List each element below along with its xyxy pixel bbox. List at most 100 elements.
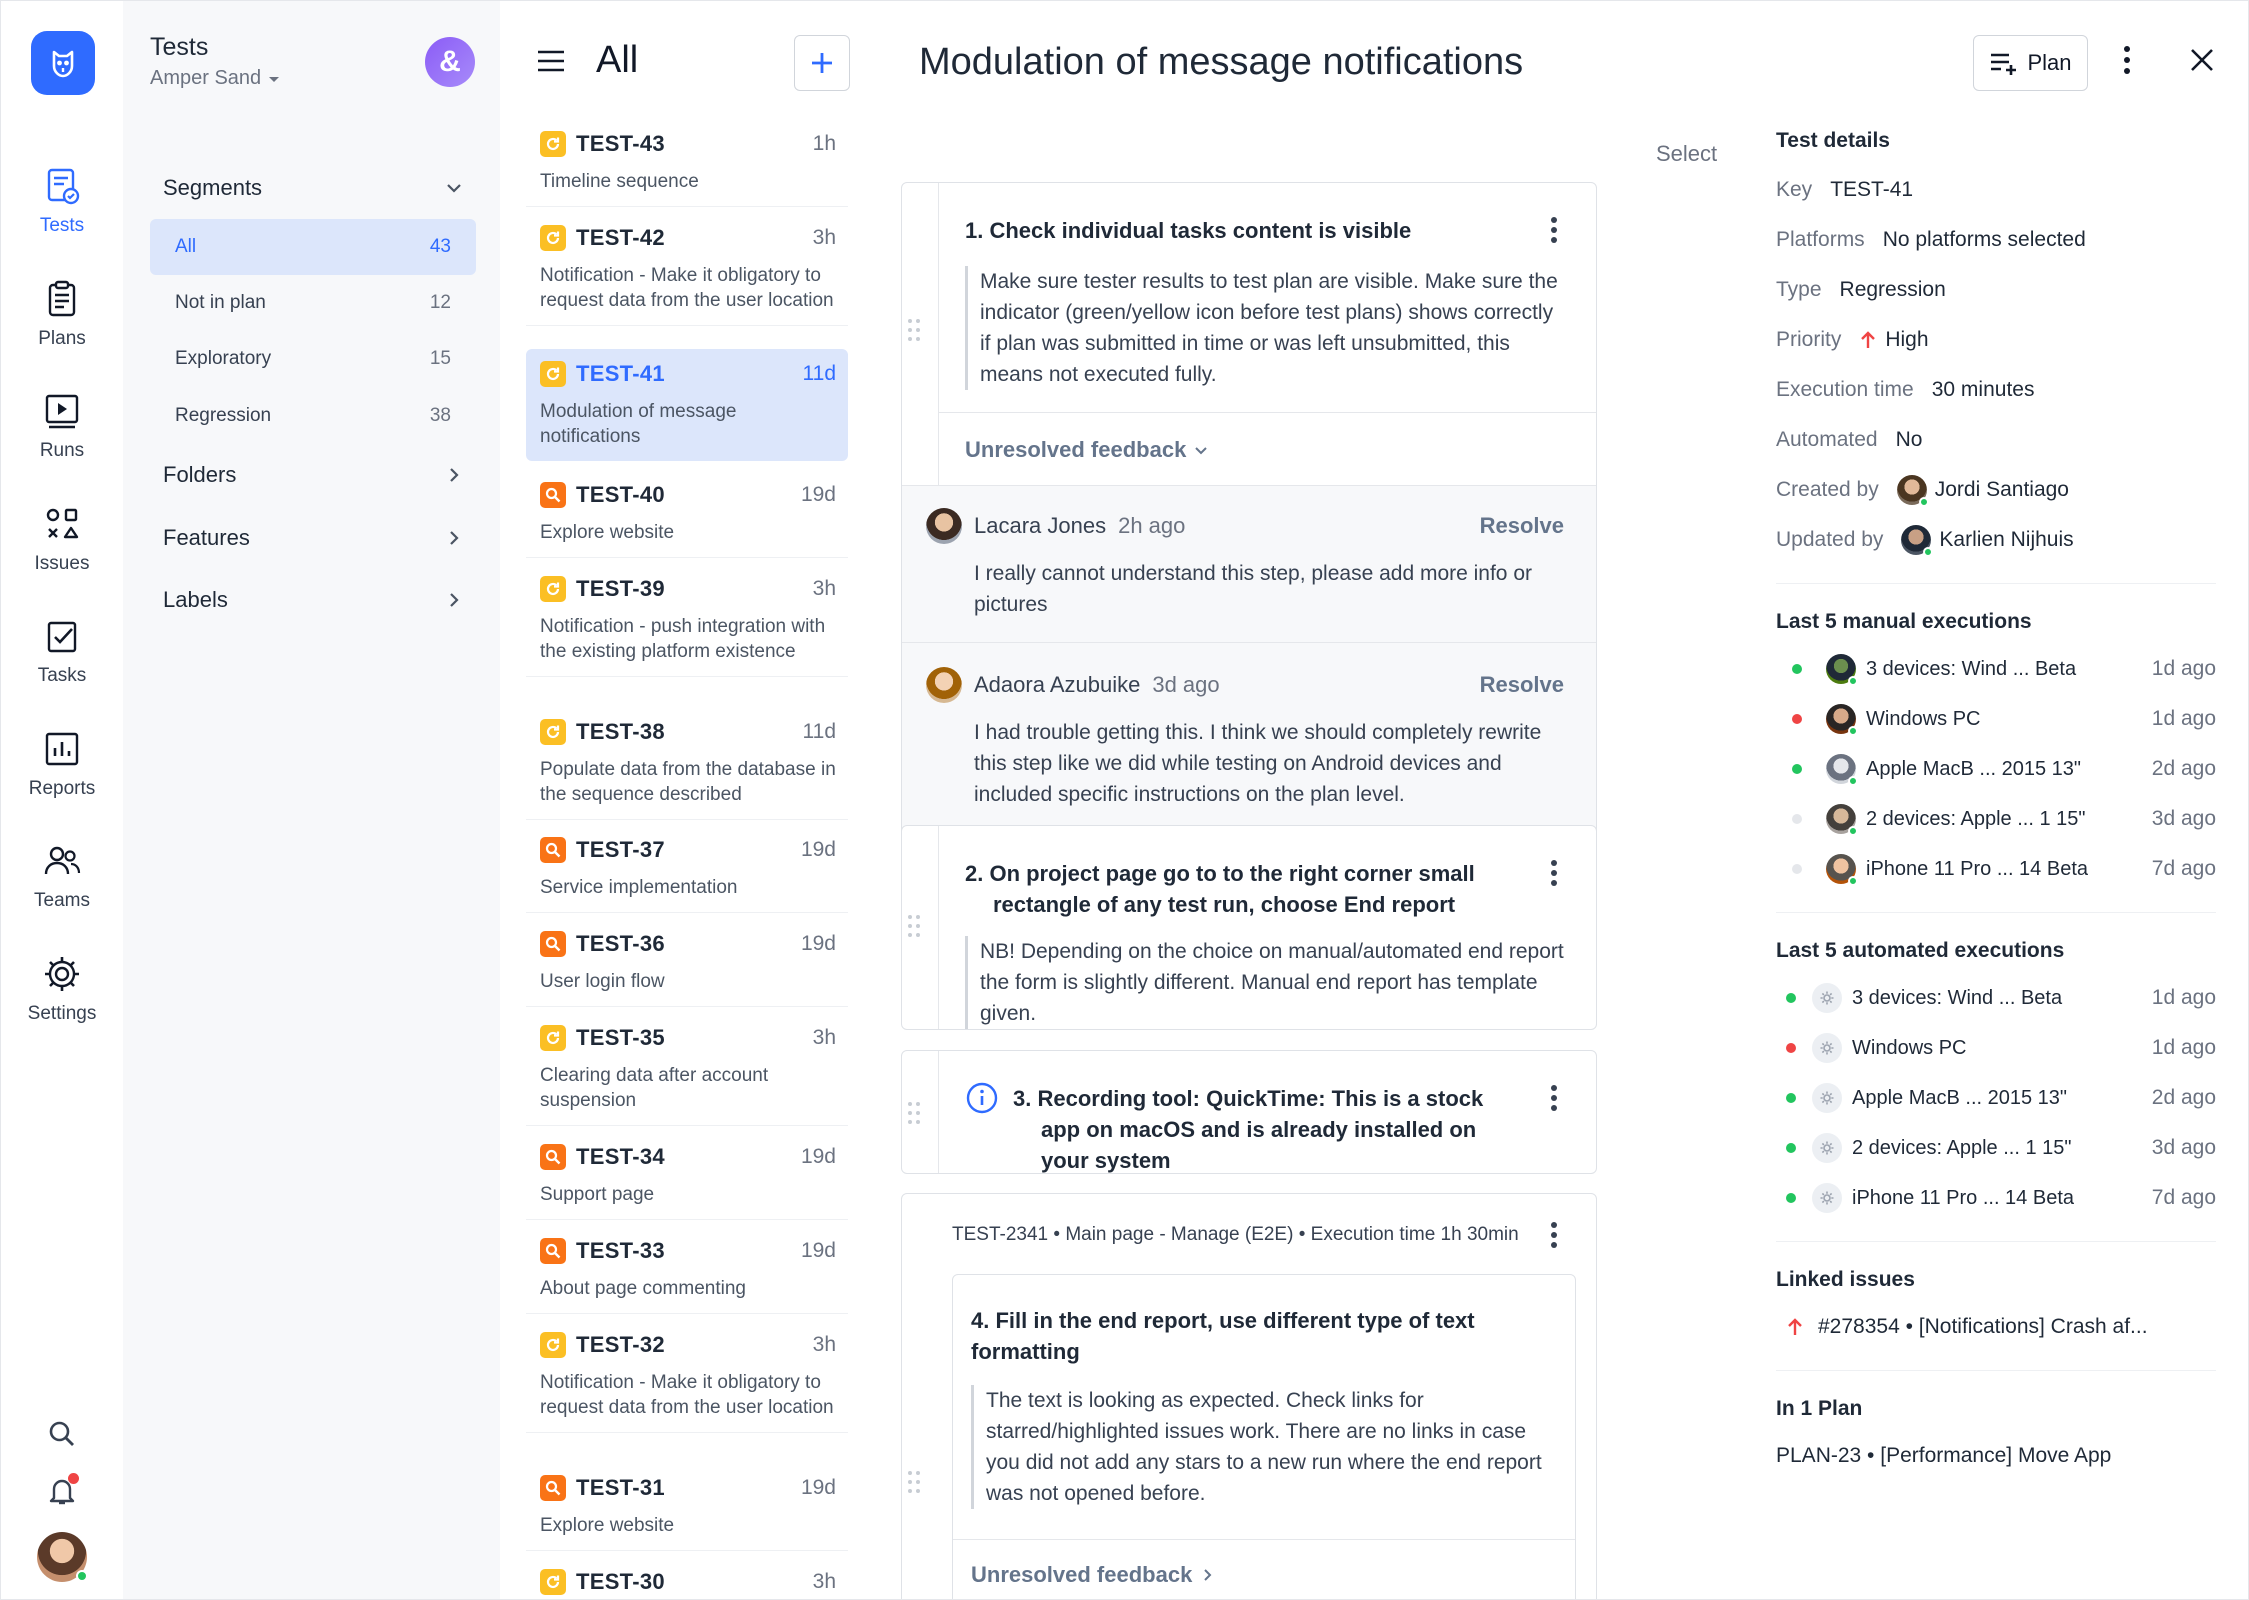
nav-tests[interactable]: Tests bbox=[1, 165, 123, 237]
unresolved-feedback-toggle[interactable]: Unresolved feedback bbox=[965, 437, 1570, 463]
detail-updated-by: Updated by Karlien Nijhuis bbox=[1776, 525, 2216, 557]
execution-row[interactable]: 3 devices: Wind ... Beta 1d ago bbox=[1776, 983, 2216, 1013]
execution-row[interactable]: 3 devices: Wind ... Beta 1d ago bbox=[1776, 654, 2216, 686]
comment-author: Adaora Azubuike bbox=[974, 672, 1141, 697]
global-search[interactable] bbox=[1, 1419, 123, 1449]
test-list-item[interactable]: TEST-37 19d Service implementation bbox=[526, 825, 848, 913]
step-card: 3. Recording tool: QuickTime: This is a … bbox=[901, 1050, 1597, 1174]
segment-count: 38 bbox=[429, 405, 451, 426]
execution-time: 1d ago bbox=[2151, 657, 2216, 680]
segment-not-in-plan[interactable]: Not in plan 12 bbox=[150, 275, 476, 331]
project-title: Tests bbox=[150, 33, 209, 61]
segment-all[interactable]: All 43 bbox=[150, 219, 476, 275]
drag-handle[interactable] bbox=[900, 914, 928, 938]
workspace-switcher[interactable]: Amper Sand bbox=[150, 67, 281, 90]
detail-platforms[interactable]: Platforms No platforms selected bbox=[1776, 225, 2216, 255]
drag-handle[interactable] bbox=[900, 1470, 928, 1494]
execution-row[interactable]: Apple MacB ... 2015 13" 2d ago bbox=[1776, 754, 2216, 786]
linked-issue[interactable]: #278354 • [Notifications] Crash af... bbox=[1776, 1312, 2216, 1342]
test-key: TEST-35 bbox=[576, 1025, 665, 1050]
test-list-item[interactable]: TEST-30 3h bbox=[526, 1557, 848, 1599]
execution-row[interactable]: 2 devices: Apple ... 1 15" 3d ago bbox=[1776, 1133, 2216, 1163]
gear-icon bbox=[1820, 1141, 1834, 1155]
execution-row[interactable]: Apple MacB ... 2015 13" 2d ago bbox=[1776, 1083, 2216, 1113]
tests-icon bbox=[47, 168, 80, 205]
nav-settings[interactable]: Settings bbox=[1, 953, 123, 1025]
execution-row[interactable]: iPhone 11 Pro ... 14 Beta 7d ago bbox=[1776, 854, 2216, 886]
nav-issues[interactable]: Issues bbox=[1, 503, 123, 575]
drag-handle-icon bbox=[908, 1102, 920, 1124]
execution-row[interactable]: iPhone 11 Pro ... 14 Beta 7d ago bbox=[1776, 1183, 2216, 1213]
test-list-item[interactable]: TEST-39 3h Notification - push integration… bbox=[526, 564, 848, 677]
detail-priority[interactable]: Priority High bbox=[1776, 325, 2216, 355]
test-type-badge bbox=[540, 719, 566, 745]
test-list-item[interactable]: TEST-36 19d User login flow bbox=[526, 919, 848, 1007]
menu-icon[interactable] bbox=[536, 49, 566, 73]
test-list-item[interactable]: TEST-42 3h Notification - Make it obligato… bbox=[526, 213, 848, 326]
test-list-item[interactable]: TEST-38 11d Populate data from the databas… bbox=[526, 707, 848, 820]
nav-plans[interactable]: Plans bbox=[1, 278, 123, 350]
test-list-item[interactable]: TEST-35 3h Clearing data after account sus… bbox=[526, 1013, 848, 1126]
detail-type[interactable]: Type Regression bbox=[1776, 275, 2216, 305]
features-section[interactable]: Features bbox=[163, 525, 463, 551]
unresolved-feedback-toggle[interactable]: Unresolved feedback bbox=[971, 1562, 1557, 1588]
test-list-item[interactable]: TEST-32 3h Notification - Make it obligato… bbox=[526, 1320, 848, 1433]
notifications[interactable] bbox=[1, 1473, 123, 1507]
execution-name: Windows PC bbox=[1866, 707, 1981, 730]
nav-teams[interactable]: Teams bbox=[1, 840, 123, 912]
detail-execution-time[interactable]: Execution time 30 minutes bbox=[1776, 375, 2216, 405]
nav-label: Issues bbox=[34, 553, 90, 574]
add-to-plan-button[interactable]: Plan bbox=[1973, 35, 2088, 91]
resolve-button[interactable]: Resolve bbox=[1480, 672, 1564, 698]
step-description: The text is looking as expected. Check l… bbox=[971, 1385, 1555, 1509]
step-more-button[interactable] bbox=[1550, 860, 1558, 886]
app-logo[interactable] bbox=[31, 31, 95, 95]
step-more-button[interactable] bbox=[1550, 1222, 1558, 1248]
add-test-button[interactable] bbox=[794, 35, 850, 91]
test-list-item[interactable]: TEST-40 19d Explore website bbox=[526, 470, 848, 558]
segment-exploratory[interactable]: Exploratory 15 bbox=[150, 331, 476, 387]
select-steps-link[interactable]: Select bbox=[1656, 141, 1717, 167]
test-list-item[interactable]: TEST-34 19d Support page bbox=[526, 1132, 848, 1220]
test-age: 19d bbox=[800, 1239, 836, 1262]
teams-icon bbox=[44, 846, 81, 875]
user-menu[interactable] bbox=[1, 1532, 123, 1582]
execution-row[interactable]: 2 devices: Apple ... 1 15" 3d ago bbox=[1776, 804, 2216, 836]
test-list-item[interactable]: TEST-31 19d Explore website bbox=[526, 1463, 848, 1551]
execution-row[interactable]: Windows PC 1d ago bbox=[1776, 1033, 2216, 1063]
nav-tasks[interactable]: Tasks bbox=[1, 615, 123, 687]
detail-automated[interactable]: Automated No bbox=[1776, 425, 2216, 455]
detail-label: Updated by bbox=[1776, 528, 1884, 551]
labels-section[interactable]: Labels bbox=[163, 587, 463, 613]
more-options-button[interactable] bbox=[2122, 45, 2132, 75]
close-button[interactable] bbox=[2189, 47, 2215, 73]
nav-runs[interactable]: Runs bbox=[1, 390, 123, 462]
segment-label: Regression bbox=[175, 405, 272, 426]
test-description: Explore website bbox=[540, 522, 675, 543]
chevron-right-icon bbox=[450, 531, 459, 545]
segments-header[interactable]: Segments bbox=[163, 175, 463, 201]
linked-plan[interactable]: PLAN-23 • [Performance] Move App bbox=[1776, 1441, 2216, 1471]
step-more-button[interactable] bbox=[1550, 1085, 1558, 1111]
status-dot bbox=[1786, 993, 1796, 1003]
test-key: TEST-36 bbox=[576, 931, 665, 956]
nav-reports[interactable]: Reports bbox=[1, 728, 123, 800]
segment-label: All bbox=[175, 236, 197, 257]
segment-regression[interactable]: Regression 38 bbox=[150, 388, 476, 444]
drag-handle[interactable] bbox=[900, 1101, 928, 1125]
regression-icon bbox=[546, 1031, 560, 1045]
features-label: Features bbox=[163, 525, 250, 550]
close-icon bbox=[2191, 49, 2213, 71]
step-more-button[interactable] bbox=[1550, 217, 1558, 243]
drag-handle[interactable] bbox=[900, 318, 928, 342]
status-dot bbox=[1792, 864, 1802, 874]
execution-row[interactable]: Windows PC 1d ago bbox=[1776, 704, 2216, 736]
test-list-item[interactable]: TEST-41 11d Modulation of message notifica… bbox=[526, 349, 848, 461]
test-list-item[interactable]: TEST-43 1h Timeline sequence bbox=[526, 119, 848, 207]
workspace-avatar[interactable]: & bbox=[425, 37, 475, 87]
folders-section[interactable]: Folders bbox=[163, 462, 463, 488]
resolve-button[interactable]: Resolve bbox=[1480, 513, 1564, 539]
segment-count: 15 bbox=[429, 348, 451, 369]
test-list-item[interactable]: TEST-33 19d About page commenting bbox=[526, 1226, 848, 1314]
test-type-badge bbox=[540, 225, 566, 251]
